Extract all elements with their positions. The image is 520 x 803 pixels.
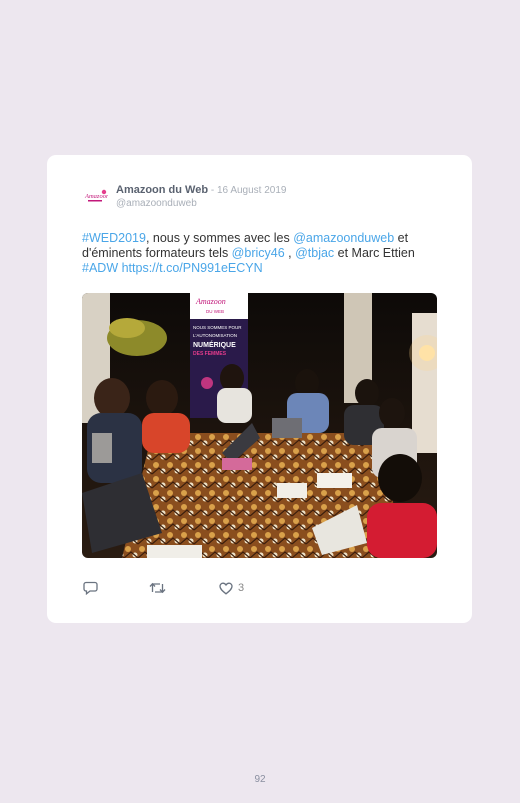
reply-button[interactable] (83, 580, 98, 596)
author-handle[interactable]: @amazoonduweb (116, 198, 197, 209)
tweet-actions: 3 (83, 580, 283, 596)
tweet-link[interactable]: @bricy46 (232, 246, 285, 260)
photo-banner-line1: NOUS SOMMES POUR (193, 325, 242, 330)
retweet-button[interactable] (149, 580, 166, 596)
tweet-text-fragment: , nous y sommes avec les (145, 231, 294, 245)
like-button[interactable]: 3 (219, 580, 244, 596)
tweet-link[interactable]: #WED2019 (82, 231, 146, 245)
amazoon-logo-icon: Amazoon (84, 189, 108, 202)
page-number: 92 (254, 774, 266, 785)
tweet-text-fragment: et Marc Ettien (334, 246, 415, 260)
tweet-link[interactable]: @tbjac (295, 246, 334, 260)
tweet-date[interactable]: 16 August 2019 (217, 185, 287, 196)
tweet-text-fragment: , (284, 246, 296, 260)
photo-banner-logo-sub: DU WEB (206, 309, 224, 314)
tweet-link[interactable]: #ADW (82, 261, 118, 275)
photo-banner-line3: NUMÉRIQUE (193, 340, 236, 349)
author-name[interactable]: Amazoon du Web (116, 184, 208, 196)
separator: - (208, 185, 217, 196)
tweet-link[interactable]: https://t.co/PN991eECYN (122, 261, 263, 275)
retweet-icon (149, 582, 166, 594)
photo-banner-line4: DES FEMMES (193, 351, 227, 357)
heart-icon (219, 582, 233, 595)
reply-icon (83, 581, 98, 595)
tweet-author: Amazoon du Web - 16 August 2019 (116, 184, 286, 197)
tweet-photo[interactable]: Amazoon DU WEB NOUS SOMMES POUR L'AUTONO… (82, 293, 437, 558)
photo-banner-logo: Amazoon (195, 297, 226, 306)
photo-banner-line2: L'AUTONOMISATION (193, 333, 237, 338)
tweet-link[interactable]: @amazoonduweb (293, 231, 394, 245)
avatar[interactable]: Amazoon (83, 185, 109, 207)
tweet-text: #WED2019, nous y sommes avec les @amazoo… (82, 231, 442, 276)
like-count: 3 (238, 582, 245, 594)
photo-scene: Amazoon DU WEB NOUS SOMMES POUR L'AUTONO… (82, 293, 437, 558)
tweet-card: Amazoon Amazoon du Web - 16 August 2019 … (47, 155, 472, 623)
